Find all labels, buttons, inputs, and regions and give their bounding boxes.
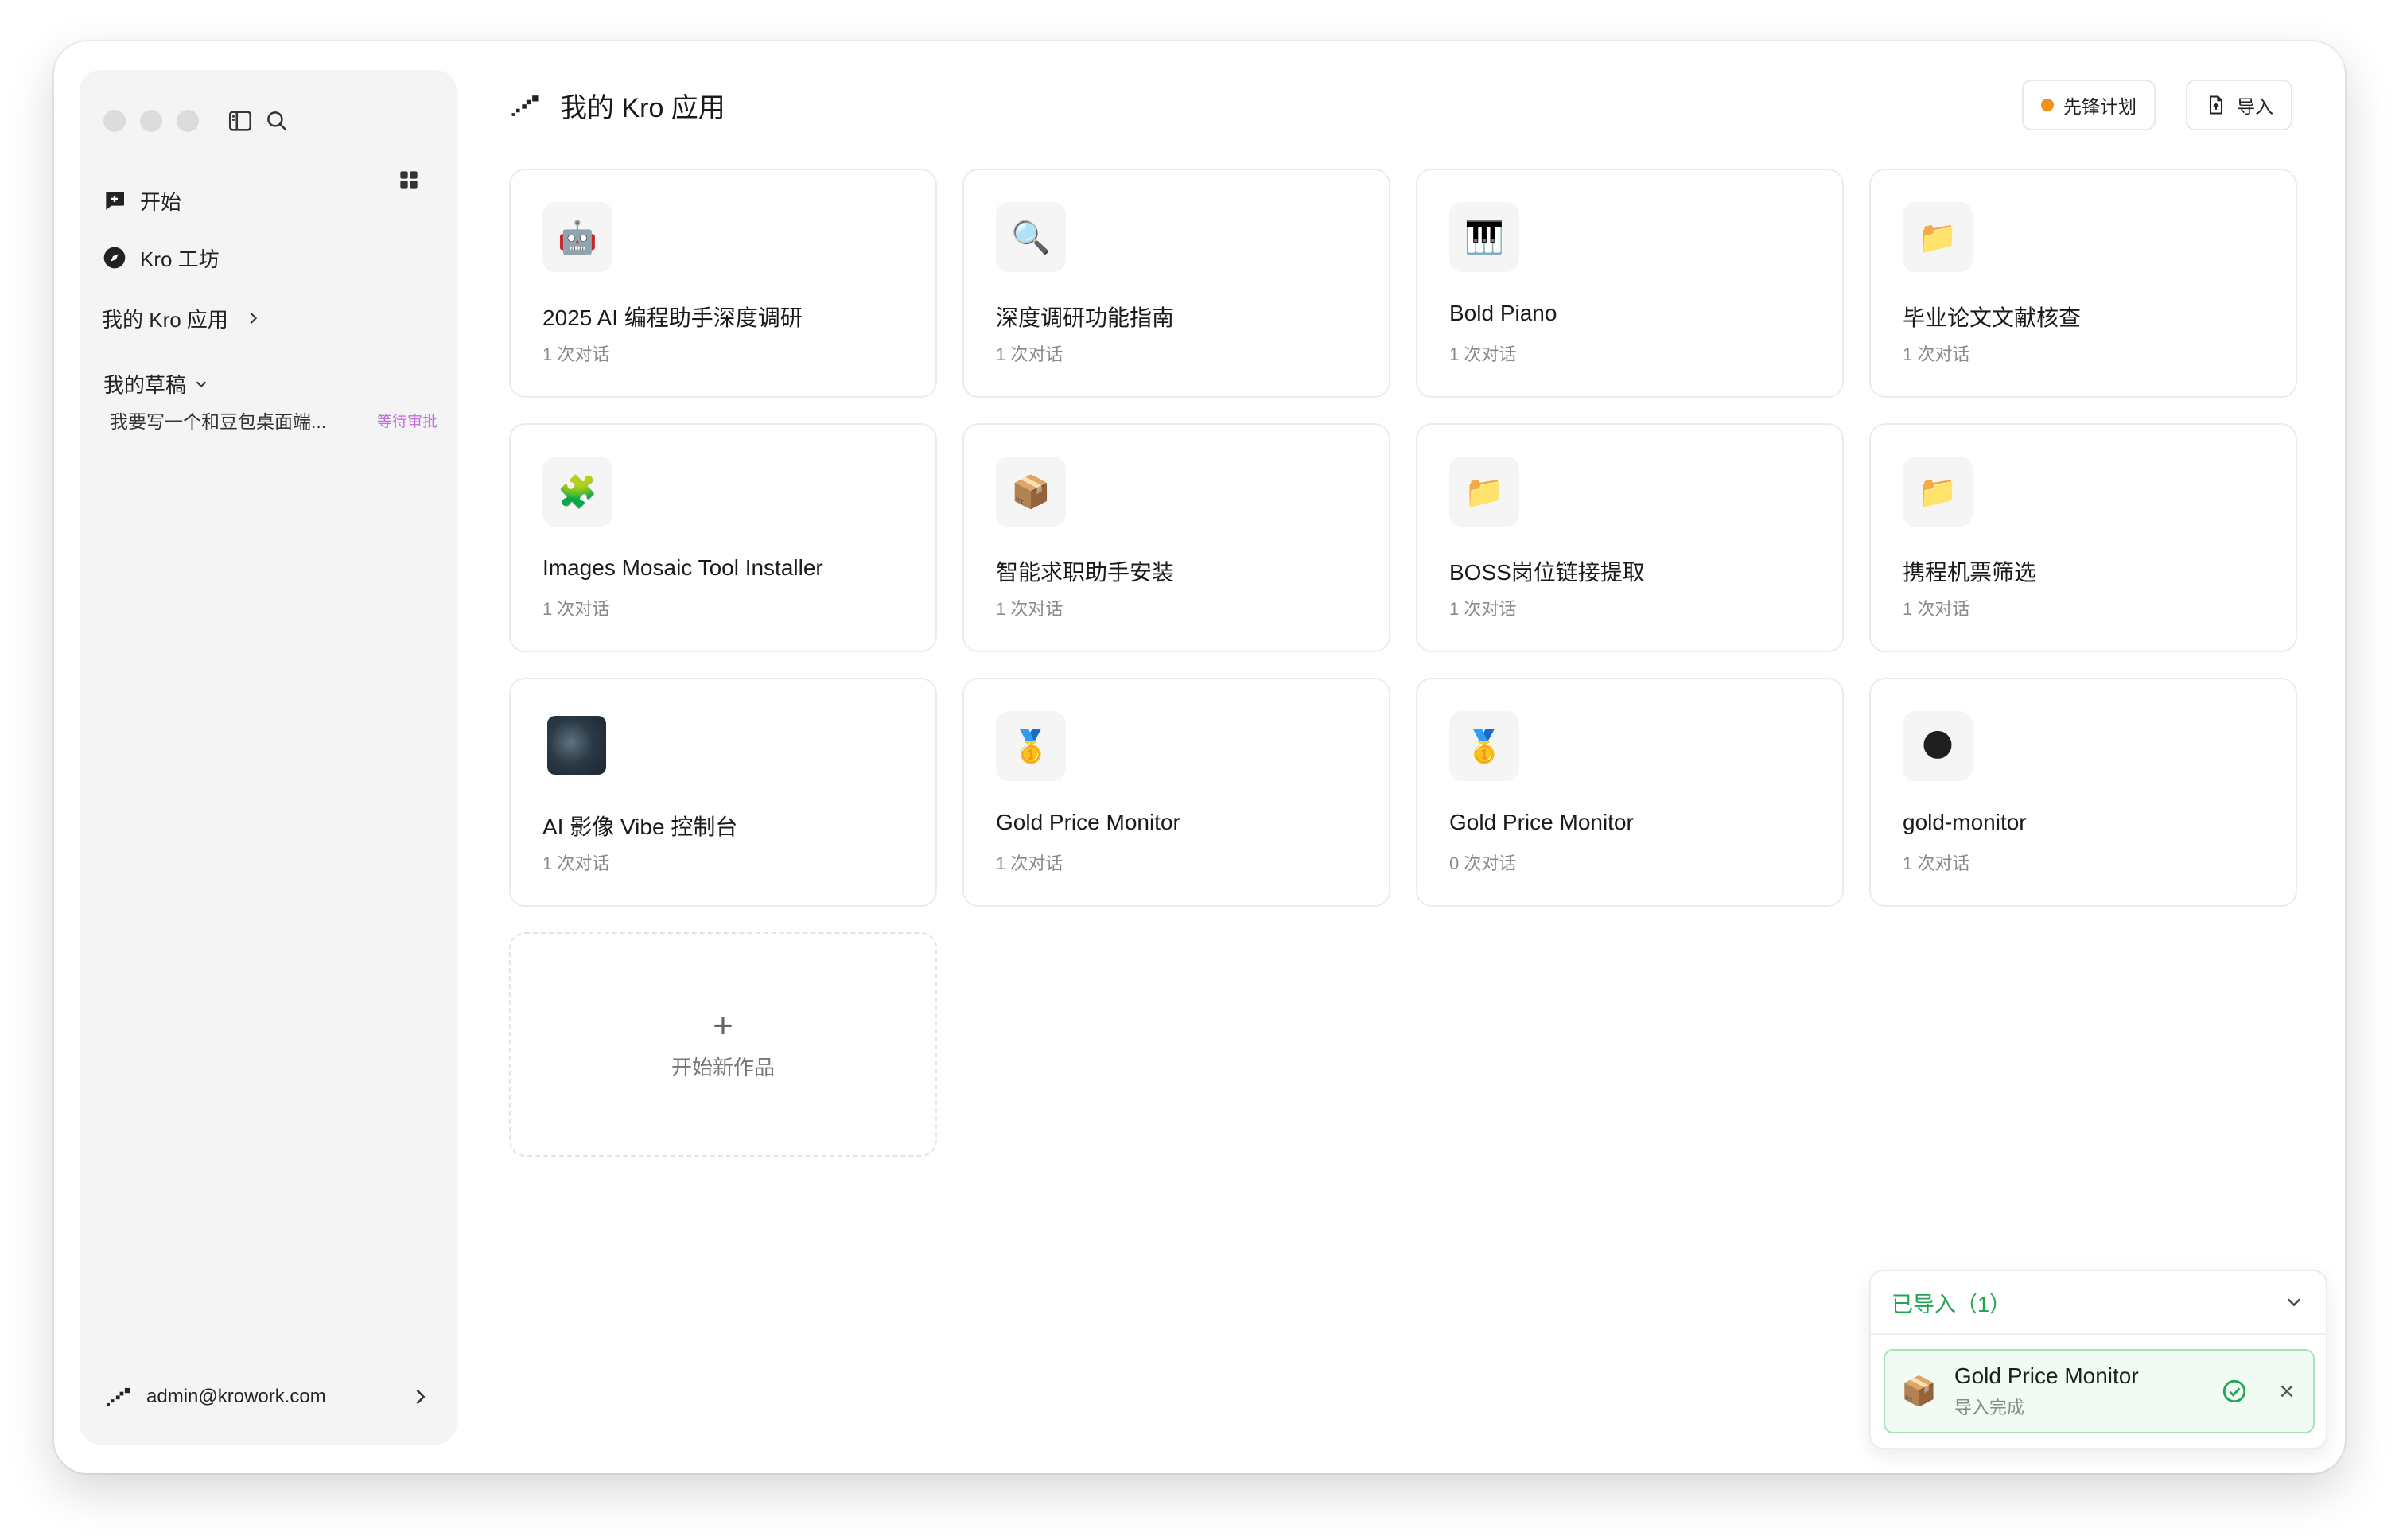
drafts-section-toggle[interactable]: 我的草稿 [103, 369, 210, 399]
image-thumbnail [547, 716, 606, 775]
import-status-panel: 已导入（1） 📦 Gold Price Monitor 导入完成 [1869, 1270, 2327, 1449]
app-card[interactable]: 📁 BOSS岗位链接提取 1 次对话 [1416, 423, 1844, 652]
app-conversation-count: 1 次对话 [542, 599, 610, 619]
page-title: 我的 Kro 应用 [560, 93, 725, 123]
app-card[interactable]: 🧩 Images Mosaic Tool Installer 1 次对话 [509, 423, 937, 652]
piano-icon: 🎹 [1449, 202, 1519, 272]
app-name: Bold Piano [1449, 301, 1557, 325]
app-conversation-count: 1 次对话 [996, 344, 1063, 364]
app-conversation-count: 1 次对话 [1449, 344, 1517, 364]
app-name: Gold Price Monitor [996, 810, 1180, 834]
sidebar: 开始 Kro 工坊 我的 Kro 应用 我的草稿 我要写一个和豆包桌面端... … [80, 70, 457, 1445]
package-icon: 📦 [996, 457, 1066, 527]
draft-item[interactable]: 我要写一个和豆包桌面端... 等待审批 [110, 398, 437, 442]
import-item: 📦 Gold Price Monitor 导入完成 [1884, 1349, 2315, 1433]
grid-view-icon[interactable] [396, 167, 422, 192]
app-name: Images Mosaic Tool Installer [542, 555, 823, 580]
app-name: 毕业论文文献核查 [1903, 305, 2082, 330]
status-dot [2041, 99, 2054, 111]
moon-icon: 🌑 [1903, 711, 1973, 781]
new-app-card[interactable]: + 开始新作品 [509, 932, 937, 1157]
kro-logo-icon [511, 95, 539, 116]
folder-icon: 📁 [1449, 457, 1519, 527]
folder-icon: 📁 [1903, 457, 1973, 527]
import-button[interactable]: 导入 [2186, 80, 2292, 130]
page-header: 我的 Kro 应用 [507, 86, 725, 125]
pioneer-plan-button[interactable]: 先锋计划 [2022, 80, 2156, 130]
magnifier-icon: 🔍 [996, 202, 1066, 272]
pioneer-plan-label: 先锋计划 [2063, 96, 2137, 117]
user-email: admin@krowork.com [146, 1386, 326, 1407]
app-name: gold-monitor [1903, 810, 2027, 834]
app-conversation-count: 1 次对话 [996, 599, 1063, 619]
toggle-sidebar-icon[interactable] [223, 103, 258, 138]
import-item-name: Gold Price Monitor [1954, 1363, 2139, 1388]
app-conversation-count: 1 次对话 [1449, 599, 1517, 619]
app-conversation-count: 1 次对话 [996, 854, 1063, 873]
app-name: 携程机票筛选 [1903, 560, 2037, 585]
app-name: Gold Price Monitor [1449, 810, 1634, 834]
app-name: 智能求职助手安装 [996, 560, 1175, 585]
chevron-down-icon[interactable] [2283, 1291, 2305, 1313]
folder-icon: 📁 [1903, 202, 1973, 272]
app-card[interactable]: 📁 毕业论文文献核查 1 次对话 [1869, 169, 2297, 398]
app-conversation-count: 1 次对话 [542, 344, 610, 364]
puzzle-icon: 🧩 [542, 457, 612, 527]
sidebar-item-my-apps[interactable]: 我的 Kro 应用 [102, 294, 436, 342]
compass-icon [103, 247, 126, 269]
app-card[interactable]: 🥇 Gold Price Monitor 0 次对话 [1416, 678, 1844, 907]
drafts-section-label: 我的草稿 [103, 373, 187, 397]
app-name: 2025 AI 编程助手深度调研 [542, 305, 803, 330]
robot-icon: 🤖 [542, 202, 612, 272]
sidebar-item-label: 开始 [140, 189, 182, 214]
app-conversation-count: 0 次对话 [1449, 854, 1517, 873]
draft-title: 我要写一个和豆包桌面端... [110, 411, 327, 432]
minimize-window-button[interactable] [140, 110, 162, 132]
draft-status-badge: 等待审批 [376, 413, 437, 430]
plus-icon: + [713, 1005, 733, 1045]
maximize-window-button[interactable] [177, 110, 199, 132]
app-name: BOSS岗位链接提取 [1449, 560, 1645, 585]
app-card[interactable]: 📁 携程机票筛选 1 次对话 [1869, 423, 2297, 652]
search-icon[interactable] [259, 103, 294, 138]
app-conversation-count: 1 次对话 [542, 854, 610, 873]
app-name: 深度调研功能指南 [996, 305, 1175, 330]
sidebar-item-workshop[interactable]: Kro 工坊 [102, 234, 436, 282]
import-label: 导入 [2237, 96, 2273, 117]
sidebar-item-label: Kro 工坊 [140, 247, 220, 271]
close-icon[interactable] [2277, 1381, 2297, 1402]
medal-icon: 🥇 [996, 711, 1066, 781]
app-card[interactable]: 🔍 深度调研功能指南 1 次对话 [962, 169, 1390, 398]
close-window-button[interactable] [103, 110, 126, 132]
app-conversation-count: 1 次对话 [1903, 854, 1970, 873]
chevron-right-icon [250, 312, 258, 325]
sidebar-item-start[interactable]: 开始 [102, 177, 436, 224]
app-card[interactable]: AI 影像 Vibe 控制台 1 次对话 [509, 678, 937, 907]
user-account-row[interactable]: admin@krowork.com [103, 1373, 431, 1421]
app-name: AI 影像 Vibe 控制台 [542, 815, 738, 839]
app-card[interactable]: 🥇 Gold Price Monitor 1 次对话 [962, 678, 1390, 907]
import-panel-title: 已导入（1） [1892, 1292, 2012, 1316]
app-card[interactable]: 📦 智能求职助手安装 1 次对话 [962, 423, 1390, 652]
medal-icon: 🥇 [1449, 711, 1519, 781]
sidebar-item-label: 我的 Kro 应用 [102, 307, 228, 332]
app-card[interactable]: 🎹 Bold Piano 1 次对话 [1416, 169, 1844, 398]
kro-logo-icon [107, 1387, 130, 1406]
chevron-right-icon [416, 1389, 426, 1405]
import-item-status: 导入完成 [1954, 1398, 2024, 1418]
app-conversation-count: 1 次对话 [1903, 344, 1970, 364]
window-controls [103, 110, 199, 132]
import-panel-header[interactable]: 已导入（1） [1871, 1271, 2326, 1335]
file-import-icon [2209, 95, 2223, 115]
check-circle-icon [2222, 1379, 2246, 1403]
chat-icon [106, 192, 124, 210]
new-app-label: 开始新作品 [671, 1055, 775, 1079]
chevron-down-icon [196, 381, 207, 387]
package-icon: 📦 [1901, 1375, 1937, 1408]
app-card[interactable]: 🤖 2025 AI 编程助手深度调研 1 次对话 [509, 169, 937, 398]
app-conversation-count: 1 次对话 [1903, 599, 1970, 619]
app-card[interactable]: 🌑 gold-monitor 1 次对话 [1869, 678, 2297, 907]
app-window: 开始 Kro 工坊 我的 Kro 应用 我的草稿 我要写一个和豆包桌面端... … [54, 41, 2345, 1473]
